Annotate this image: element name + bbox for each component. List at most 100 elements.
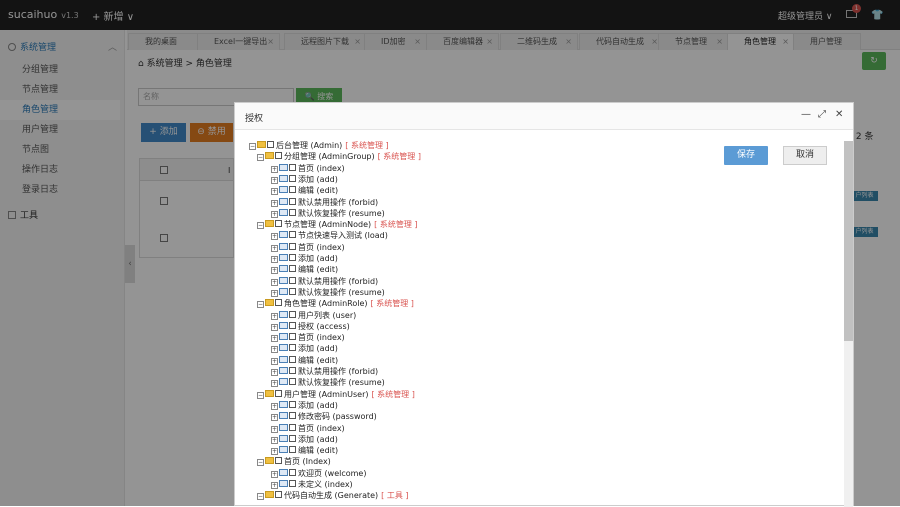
- tree-checkbox[interactable]: [275, 491, 282, 498]
- tree-checkbox[interactable]: [289, 412, 296, 419]
- expand-icon[interactable]: +: [271, 369, 278, 376]
- expand-icon[interactable]: +: [271, 414, 278, 421]
- save-button[interactable]: 保存: [724, 146, 768, 165]
- tree-checkbox[interactable]: [289, 277, 296, 284]
- tree-checkbox[interactable]: [289, 311, 296, 318]
- expand-icon[interactable]: +: [271, 380, 278, 387]
- expand-icon[interactable]: +: [271, 279, 278, 286]
- expand-icon[interactable]: +: [271, 245, 278, 252]
- dialog-scrollbar[interactable]: [844, 141, 853, 507]
- tree-node-label[interactable]: 编辑 (edit): [298, 265, 338, 274]
- tree-checkbox[interactable]: [289, 424, 296, 431]
- tree-node-label[interactable]: 用户管理 (AdminUser): [284, 390, 369, 399]
- tree-node-label[interactable]: 代码自动生成 (Generate): [284, 491, 378, 500]
- tree-node-label[interactable]: 首页 (index): [298, 243, 345, 252]
- maximize-icon[interactable]: ⤢: [818, 109, 826, 120]
- tree-node-label[interactable]: 默认禁用操作 (forbid): [298, 198, 378, 207]
- tree-checkbox[interactable]: [289, 344, 296, 351]
- expand-icon[interactable]: +: [271, 211, 278, 218]
- tree-node-label[interactable]: 节点管理 (AdminNode): [284, 220, 371, 229]
- tree-checkbox[interactable]: [275, 299, 282, 306]
- tree-node-label[interactable]: 默认恢复操作 (resume): [298, 209, 385, 218]
- tree-checkbox[interactable]: [289, 480, 296, 487]
- expand-icon[interactable]: +: [271, 166, 278, 173]
- expand-icon[interactable]: +: [271, 471, 278, 478]
- collapse-icon[interactable]: −: [257, 222, 264, 229]
- collapse-icon[interactable]: −: [257, 493, 264, 500]
- expand-icon[interactable]: +: [271, 358, 278, 365]
- tree-checkbox[interactable]: [289, 175, 296, 182]
- tree-checkbox[interactable]: [289, 378, 296, 385]
- tree-node-label[interactable]: 添加 (add): [298, 175, 338, 184]
- minimize-icon[interactable]: —: [801, 109, 811, 120]
- close-icon[interactable]: ✕: [835, 109, 843, 120]
- tree-checkbox[interactable]: [289, 333, 296, 340]
- tree-checkbox[interactable]: [289, 265, 296, 272]
- tree-checkbox[interactable]: [289, 322, 296, 329]
- tree-node-label[interactable]: 默认禁用操作 (forbid): [298, 367, 378, 376]
- tree-node-label[interactable]: 默认恢复操作 (resume): [298, 378, 385, 387]
- tree-checkbox[interactable]: [289, 288, 296, 295]
- expand-icon[interactable]: +: [271, 482, 278, 489]
- tree-node-label[interactable]: 分组管理 (AdminGroup): [284, 152, 375, 161]
- tree-checkbox[interactable]: [275, 152, 282, 159]
- tree-node-label[interactable]: 首页 (index): [298, 333, 345, 342]
- tree-checkbox[interactable]: [289, 367, 296, 374]
- tree-checkbox[interactable]: [289, 243, 296, 250]
- tree-node-label[interactable]: 默认禁用操作 (forbid): [298, 277, 378, 286]
- tree-checkbox[interactable]: [289, 231, 296, 238]
- scrollbar-thumb[interactable]: [844, 141, 853, 341]
- collapse-icon[interactable]: −: [257, 459, 264, 466]
- tree-node-label[interactable]: 未定义 (index): [298, 480, 353, 489]
- tree-node-label[interactable]: 首页 (index): [298, 164, 345, 173]
- collapse-icon[interactable]: −: [257, 392, 264, 399]
- collapse-icon[interactable]: −: [257, 301, 264, 308]
- tree-checkbox[interactable]: [275, 457, 282, 464]
- expand-icon[interactable]: +: [271, 256, 278, 263]
- tree-node-label[interactable]: 添加 (add): [298, 254, 338, 263]
- expand-icon[interactable]: +: [271, 403, 278, 410]
- expand-icon[interactable]: +: [271, 290, 278, 297]
- tree-node-label[interactable]: 首页 (index): [298, 424, 345, 433]
- expand-icon[interactable]: +: [271, 188, 278, 195]
- collapse-icon[interactable]: −: [249, 143, 256, 150]
- expand-icon[interactable]: +: [271, 437, 278, 444]
- tree-node-label[interactable]: 首页 (Index): [284, 457, 331, 466]
- tree-node-label[interactable]: 添加 (add): [298, 344, 338, 353]
- tree-node-label[interactable]: 欢迎页 (welcome): [298, 469, 366, 478]
- expand-icon[interactable]: +: [271, 346, 278, 353]
- tree-node-label[interactable]: 编辑 (edit): [298, 446, 338, 455]
- tree-node-label[interactable]: 角色管理 (AdminRole): [284, 299, 368, 308]
- expand-icon[interactable]: +: [271, 200, 278, 207]
- expand-icon[interactable]: +: [271, 335, 278, 342]
- tree-checkbox[interactable]: [275, 390, 282, 397]
- tree-checkbox[interactable]: [289, 446, 296, 453]
- expand-icon[interactable]: +: [271, 448, 278, 455]
- expand-icon[interactable]: +: [271, 233, 278, 240]
- tree-node-label[interactable]: 默认恢复操作 (resume): [298, 288, 385, 297]
- cancel-button[interactable]: 取消: [783, 146, 827, 165]
- tree-node-label[interactable]: 用户列表 (user): [298, 311, 356, 320]
- tree-checkbox[interactable]: [289, 209, 296, 216]
- tree-checkbox[interactable]: [289, 356, 296, 363]
- expand-icon[interactable]: +: [271, 324, 278, 331]
- expand-icon[interactable]: +: [271, 267, 278, 274]
- expand-icon[interactable]: +: [271, 426, 278, 433]
- tree-checkbox[interactable]: [289, 435, 296, 442]
- tree-node-label[interactable]: 节点快速导入测试 (load): [298, 231, 388, 240]
- tree-checkbox[interactable]: [289, 469, 296, 476]
- tree-node-label[interactable]: 修改密码 (password): [298, 412, 377, 421]
- tree-checkbox[interactable]: [275, 220, 282, 227]
- expand-icon[interactable]: +: [271, 313, 278, 320]
- tree-node-label[interactable]: 后台管理 (Admin): [276, 141, 342, 150]
- tree-node-label[interactable]: 添加 (add): [298, 401, 338, 410]
- tree-checkbox[interactable]: [289, 401, 296, 408]
- collapse-icon[interactable]: −: [257, 154, 264, 161]
- tree-checkbox[interactable]: [289, 254, 296, 261]
- tree-node-label[interactable]: 授权 (access): [298, 322, 350, 331]
- tree-node-label[interactable]: 编辑 (edit): [298, 186, 338, 195]
- tree-node-label[interactable]: 添加 (add): [298, 435, 338, 444]
- tree-checkbox[interactable]: [289, 186, 296, 193]
- expand-icon[interactable]: +: [271, 177, 278, 184]
- tree-checkbox[interactable]: [289, 164, 296, 171]
